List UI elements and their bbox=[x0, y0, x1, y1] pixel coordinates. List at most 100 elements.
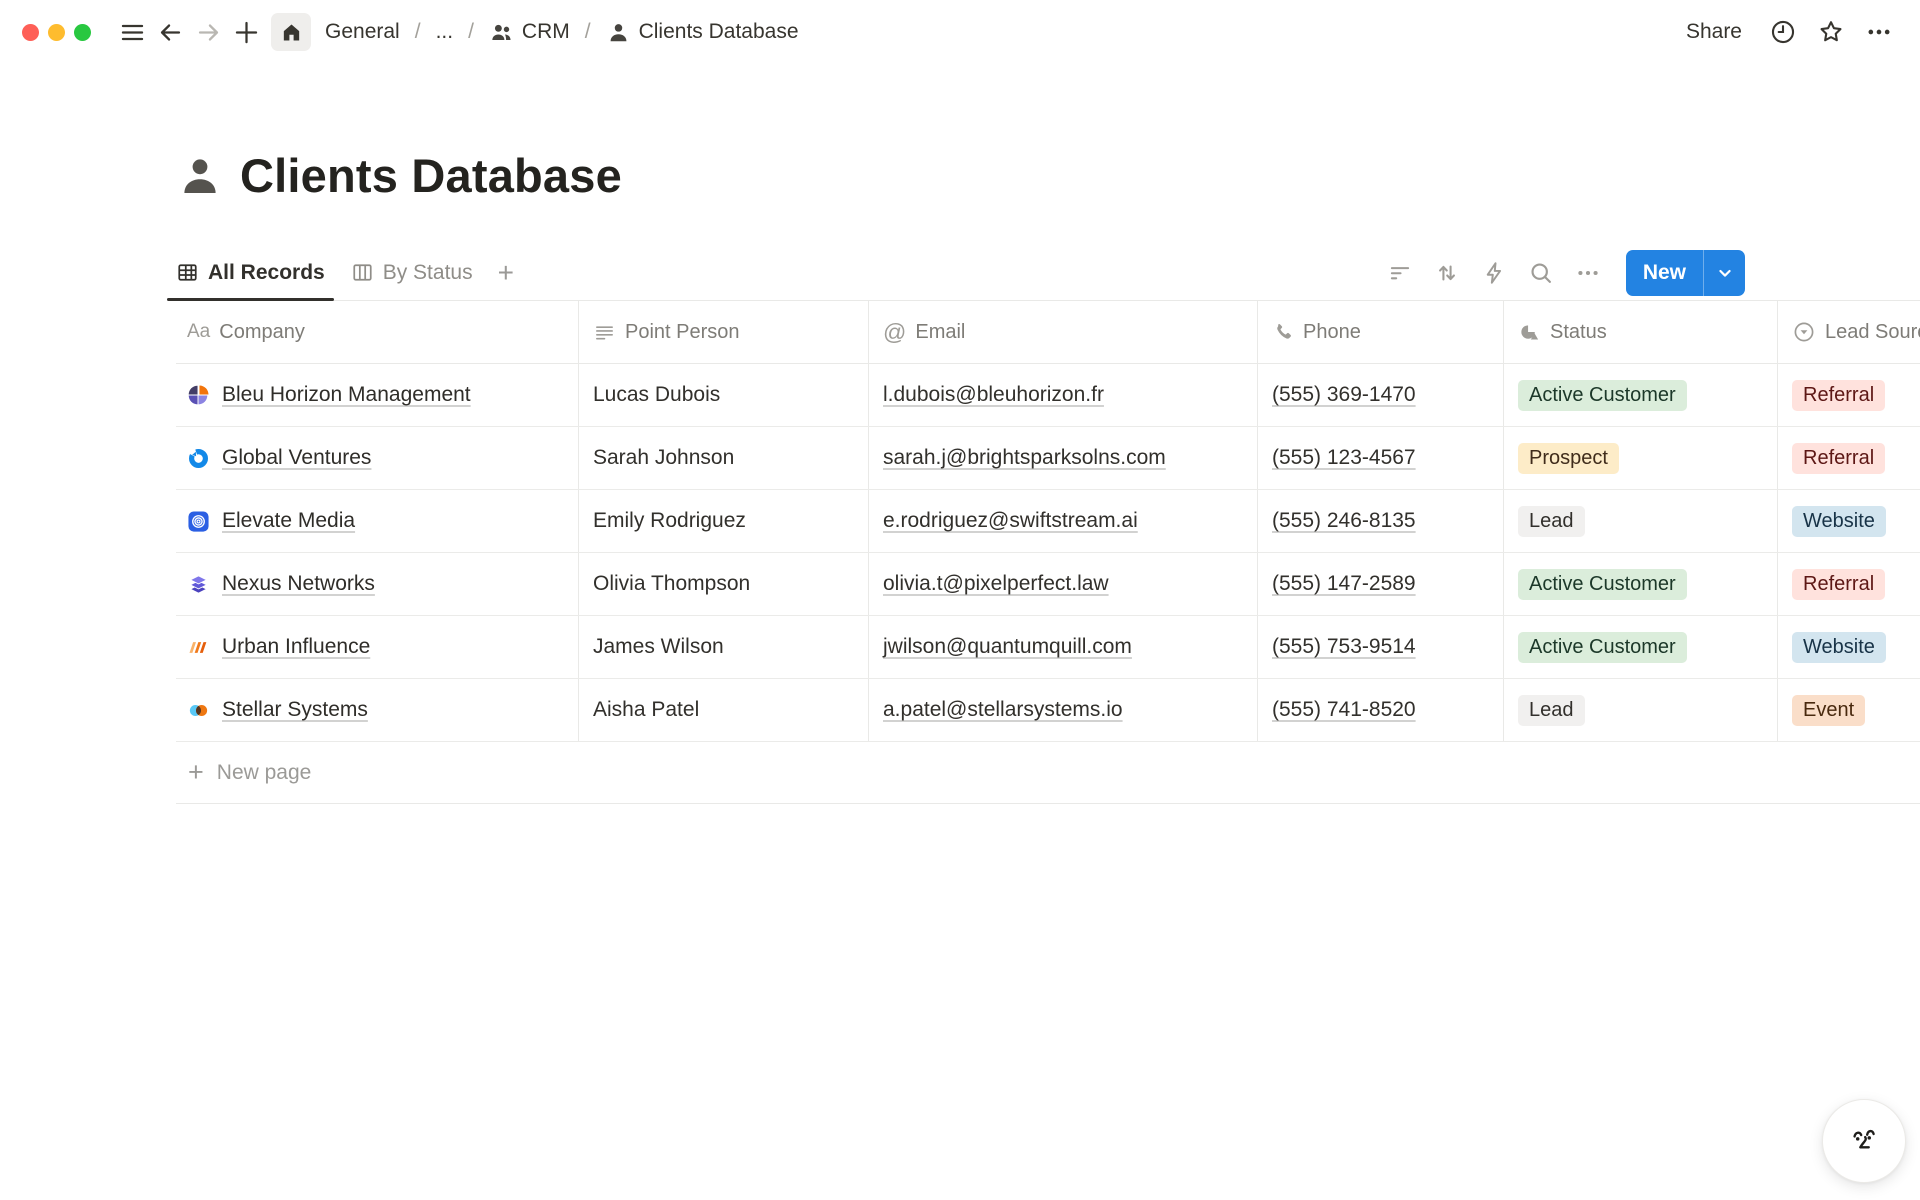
email-cell[interactable]: a.patel@stellarsystems.io bbox=[869, 679, 1258, 741]
column-header-company[interactable]: Aa Company bbox=[176, 301, 579, 363]
new-record-dropdown-button[interactable] bbox=[1704, 250, 1745, 296]
phone-cell[interactable]: (555) 246-8135 bbox=[1258, 490, 1504, 552]
company-cell[interactable]: Nexus Networks bbox=[176, 553, 579, 615]
company-link[interactable]: Stellar Systems bbox=[222, 698, 368, 722]
status-cell[interactable]: Active Customer bbox=[1504, 364, 1778, 426]
column-label: Point Person bbox=[625, 321, 740, 344]
breadcrumb-item-general[interactable]: General bbox=[317, 16, 408, 48]
phone-link[interactable]: (555) 123-4567 bbox=[1272, 446, 1416, 470]
email-link[interactable]: e.rodriguez@swiftstream.ai bbox=[883, 509, 1138, 533]
point-person-cell[interactable]: Lucas Dubois bbox=[579, 364, 869, 426]
page-person-icon[interactable] bbox=[176, 152, 224, 200]
notion-ai-button[interactable] bbox=[1822, 1099, 1906, 1183]
email-link[interactable]: l.dubois@bleuhorizon.fr bbox=[883, 383, 1104, 407]
point-person-cell[interactable]: Sarah Johnson bbox=[579, 427, 869, 489]
company-cell[interactable]: Elevate Media bbox=[176, 490, 579, 552]
phone-cell[interactable]: (555) 123-4567 bbox=[1258, 427, 1504, 489]
sort-button[interactable] bbox=[1428, 254, 1466, 292]
email-link[interactable]: sarah.j@brightsparksolns.com bbox=[883, 446, 1166, 470]
status-cell[interactable]: Active Customer bbox=[1504, 616, 1778, 678]
new-record-button[interactable]: New bbox=[1626, 250, 1703, 296]
breadcrumb-item-ellipsis[interactable]: ... bbox=[428, 16, 462, 48]
company-link[interactable]: Nexus Networks bbox=[222, 572, 375, 596]
add-view-button[interactable]: + bbox=[490, 257, 522, 289]
new-page-row[interactable]: + New page bbox=[176, 742, 1920, 804]
zoom-window-button[interactable] bbox=[74, 24, 91, 41]
company-link[interactable]: Bleu Horizon Management bbox=[222, 383, 471, 407]
column-header-phone[interactable]: Phone bbox=[1258, 301, 1504, 363]
email-cell[interactable]: jwilson@quantumquill.com bbox=[869, 616, 1258, 678]
lead-source-cell[interactable]: Referral bbox=[1778, 364, 1920, 426]
company-cell[interactable]: Global Ventures bbox=[176, 427, 579, 489]
lead-source-cell[interactable]: Referral bbox=[1778, 553, 1920, 615]
email-cell[interactable]: l.dubois@bleuhorizon.fr bbox=[869, 364, 1258, 426]
email-link[interactable]: olivia.t@pixelperfect.law bbox=[883, 572, 1109, 596]
phone-cell[interactable]: (555) 741-8520 bbox=[1258, 679, 1504, 741]
email-link[interactable]: a.patel@stellarsystems.io bbox=[883, 698, 1123, 722]
phone-link[interactable]: (555) 369-1470 bbox=[1272, 383, 1416, 407]
company-cell[interactable]: Stellar Systems bbox=[176, 679, 579, 741]
status-cell[interactable]: Active Customer bbox=[1504, 553, 1778, 615]
company-logo-icon bbox=[187, 636, 210, 659]
nav-forward-button[interactable] bbox=[189, 13, 227, 51]
new-tab-button[interactable] bbox=[227, 13, 265, 51]
updates-button[interactable] bbox=[1764, 13, 1802, 51]
status-cell[interactable]: Lead bbox=[1504, 679, 1778, 741]
filter-icon bbox=[1387, 260, 1413, 286]
point-person-cell[interactable]: Olivia Thompson bbox=[579, 553, 869, 615]
close-window-button[interactable] bbox=[22, 24, 39, 41]
column-header-point-person[interactable]: Point Person bbox=[579, 301, 869, 363]
column-header-lead-source[interactable]: Lead Source bbox=[1778, 301, 1920, 363]
column-header-email[interactable]: @ Email bbox=[869, 301, 1258, 363]
status-cell[interactable]: Prospect bbox=[1504, 427, 1778, 489]
status-cell[interactable]: Lead bbox=[1504, 490, 1778, 552]
breadcrumb-item-clients-database[interactable]: Clients Database bbox=[598, 16, 807, 49]
point-person-cell[interactable]: Emily Rodriguez bbox=[579, 490, 869, 552]
phone-cell[interactable]: (555) 369-1470 bbox=[1258, 364, 1504, 426]
company-link[interactable]: Global Ventures bbox=[222, 446, 371, 470]
lead-source-cell[interactable]: Website bbox=[1778, 490, 1920, 552]
point-person-cell[interactable]: Aisha Patel bbox=[579, 679, 869, 741]
phone-cell[interactable]: (555) 147-2589 bbox=[1258, 553, 1504, 615]
company-cell[interactable]: Bleu Horizon Management bbox=[176, 364, 579, 426]
email-cell[interactable]: olivia.t@pixelperfect.law bbox=[869, 553, 1258, 615]
ellipsis-icon bbox=[1865, 18, 1893, 46]
status-badge: Prospect bbox=[1518, 443, 1619, 474]
lead-source-cell[interactable]: Event bbox=[1778, 679, 1920, 741]
page-options-button[interactable] bbox=[1860, 13, 1898, 51]
breadcrumb-home-button[interactable] bbox=[271, 13, 311, 51]
breadcrumb-item-crm[interactable]: CRM bbox=[481, 16, 578, 49]
filter-button[interactable] bbox=[1381, 254, 1419, 292]
email-cell[interactable]: e.rodriguez@swiftstream.ai bbox=[869, 490, 1258, 552]
tab-by-status[interactable]: By Status bbox=[342, 245, 482, 300]
company-cell[interactable]: Urban Influence bbox=[176, 616, 579, 678]
company-link[interactable]: Urban Influence bbox=[222, 635, 370, 659]
share-button[interactable]: Share bbox=[1674, 14, 1754, 50]
phone-link[interactable]: (555) 147-2589 bbox=[1272, 572, 1416, 596]
automations-button[interactable] bbox=[1475, 254, 1513, 292]
lead-source-cell[interactable]: Referral bbox=[1778, 427, 1920, 489]
page-title[interactable]: Clients Database bbox=[240, 148, 622, 203]
table-row: Urban Influence James Wilson jwilson@qua… bbox=[176, 616, 1920, 679]
point-person-cell[interactable]: James Wilson bbox=[579, 616, 869, 678]
search-button[interactable] bbox=[1522, 254, 1560, 292]
email-link[interactable]: jwilson@quantumquill.com bbox=[883, 635, 1132, 659]
phone-cell[interactable]: (555) 753-9514 bbox=[1258, 616, 1504, 678]
view-options-button[interactable] bbox=[1569, 254, 1607, 292]
lead-source-badge: Event bbox=[1792, 695, 1865, 726]
phone-link[interactable]: (555) 753-9514 bbox=[1272, 635, 1416, 659]
minimize-window-button[interactable] bbox=[48, 24, 65, 41]
tab-all-records[interactable]: All Records bbox=[167, 245, 334, 300]
lead-source-cell[interactable]: Website bbox=[1778, 616, 1920, 678]
sidebar-menu-button[interactable] bbox=[113, 13, 151, 51]
email-cell[interactable]: sarah.j@brightsparksolns.com bbox=[869, 427, 1258, 489]
phone-link[interactable]: (555) 246-8135 bbox=[1272, 509, 1416, 533]
tab-all-records-label: All Records bbox=[208, 261, 325, 285]
nav-back-button[interactable] bbox=[151, 13, 189, 51]
favorite-button[interactable] bbox=[1812, 13, 1850, 51]
phone-link[interactable]: (555) 741-8520 bbox=[1272, 698, 1416, 722]
company-link[interactable]: Elevate Media bbox=[222, 509, 355, 533]
breadcrumb: General / ... / CRM / Clients Database bbox=[271, 13, 807, 51]
column-header-status[interactable]: Status bbox=[1504, 301, 1778, 363]
status-property-icon bbox=[1518, 321, 1541, 344]
